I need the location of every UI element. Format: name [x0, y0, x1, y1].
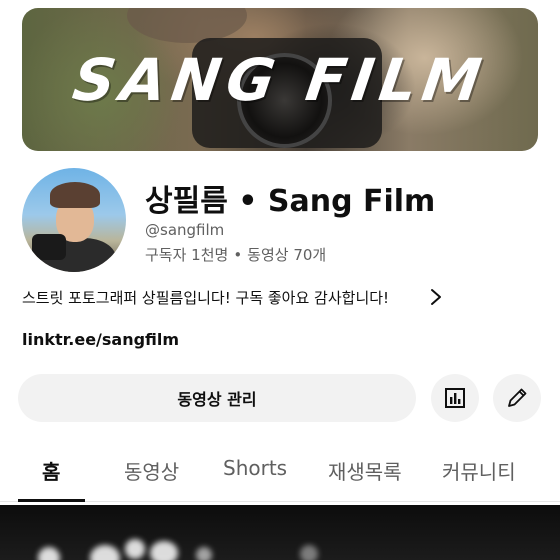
- channel-link[interactable]: linktr.ee/sangfilm: [22, 330, 179, 349]
- channel-avatar[interactable]: [22, 168, 126, 272]
- chevron-right-icon[interactable]: [428, 287, 444, 307]
- tab-videos[interactable]: 동영상: [124, 456, 179, 485]
- pencil-icon: [508, 388, 527, 407]
- tab-shorts[interactable]: Shorts: [223, 456, 287, 480]
- banner-title: SANG FILM: [68, 46, 492, 114]
- manage-videos-button[interactable]: 동영상 관리: [18, 374, 416, 422]
- manage-videos-label: 동영상 관리: [177, 390, 257, 409]
- video-count: 동영상 70개: [247, 246, 327, 264]
- bar-chart-icon: [445, 388, 465, 408]
- channel-banner: SANG FILM: [22, 8, 538, 151]
- channel-tabs: 홈 동영상 Shorts 재생목록 커뮤니티: [0, 440, 560, 502]
- edit-channel-button[interactable]: [493, 374, 541, 422]
- channel-handle: @sangfilm: [145, 221, 225, 239]
- subscriber-count: 구독자 1천명: [145, 246, 229, 264]
- tab-playlists[interactable]: 재생목록: [328, 456, 402, 485]
- tab-community[interactable]: 커뮤니티: [442, 456, 516, 485]
- active-tab-indicator: [18, 499, 85, 502]
- analytics-button[interactable]: [431, 374, 479, 422]
- channel-name: 상필름 • Sang Film: [145, 184, 436, 219]
- tab-home[interactable]: 홈: [42, 456, 60, 485]
- video-preview[interactable]: [0, 505, 560, 560]
- channel-description[interactable]: 스트릿 포토그래퍼 상필름입니다! 구독 좋아요 감사합니다!: [22, 287, 389, 308]
- stats-separator: •: [233, 246, 243, 264]
- channel-stats: 구독자 1천명 • 동영상 70개: [145, 244, 326, 265]
